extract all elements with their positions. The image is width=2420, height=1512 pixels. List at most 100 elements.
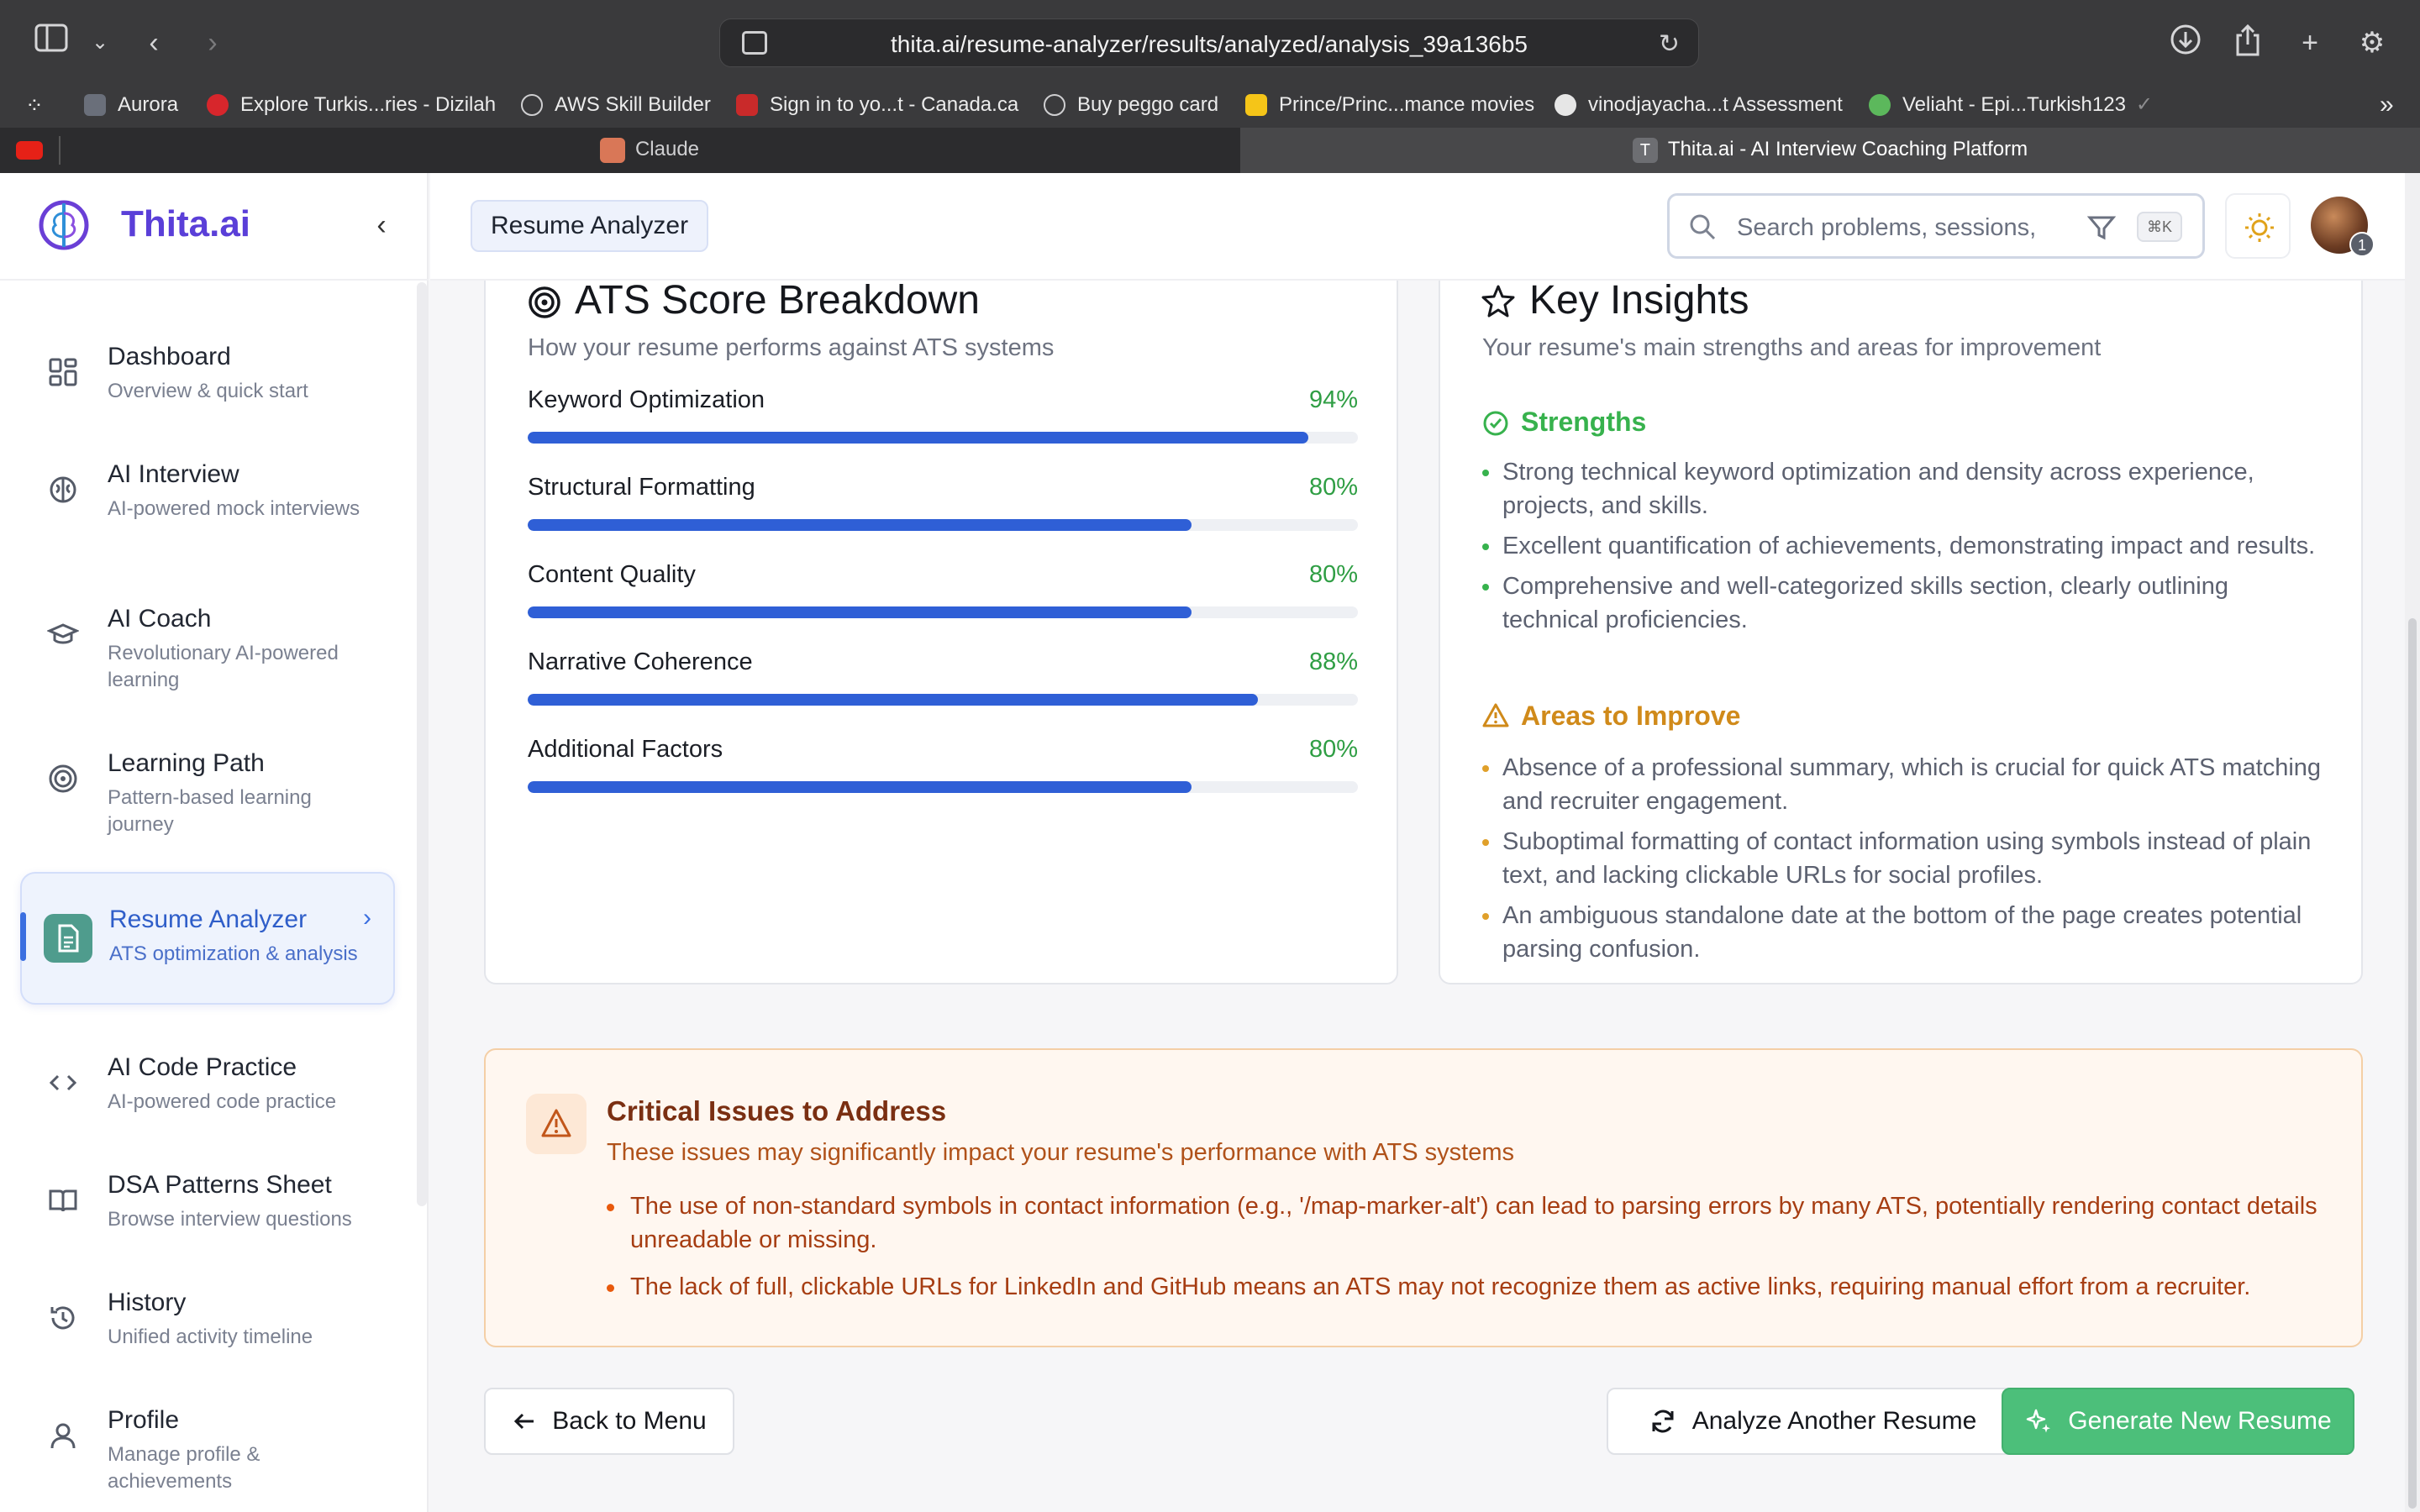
address-bar[interactable]: thita.ai/resume-analyzer/results/analyze…: [719, 18, 1699, 67]
sidebar-item-dsa-patterns[interactable]: DSA Patterns Sheet Browse interview ques…: [20, 1139, 395, 1272]
back-to-menu-button[interactable]: Back to Menu: [484, 1388, 734, 1455]
nav-subtitle: Unified activity timeline: [108, 1326, 313, 1348]
back-arrow-icon[interactable]: ‹: [134, 24, 173, 62]
star-icon: [1481, 285, 1515, 318]
analyze-another-button[interactable]: Analyze Another Resume: [1607, 1388, 2018, 1455]
search-box[interactable]: ⌘K: [1667, 193, 2205, 259]
sidebar-scrollbar[interactable]: [417, 282, 427, 1206]
page-scrollbar-thumb[interactable]: [2408, 618, 2417, 1509]
score-row: Narrative Coherence 88%: [528, 648, 1358, 716]
bookmark-peggo[interactable]: Buy peggo card: [1044, 84, 1218, 128]
tab-label: Thita.ai - AI Interview Coaching Platfor…: [1667, 138, 2028, 160]
sidebar-item-resume-analyzer[interactable]: Resume Analyzer ATS optimization & analy…: [20, 872, 395, 1005]
grid-icon: [49, 358, 77, 386]
download-icon[interactable]: [2166, 24, 2205, 62]
youtube-tab[interactable]: [0, 128, 59, 173]
strength-item: Strong technical keyword optimization an…: [1482, 455, 2331, 522]
insights-title: Key Insights: [1529, 281, 1749, 323]
score-progress-bar: [528, 781, 1358, 793]
score-progress-fill: [528, 694, 1259, 706]
breadcrumb[interactable]: Resume Analyzer: [471, 200, 709, 252]
critical-item: The use of non-standard symbols in conta…: [607, 1189, 2338, 1257]
sidebar: Thita.ai ‹ Dashboard Overview & quick st…: [0, 173, 429, 1512]
nav-title: AI Coach: [108, 605, 212, 633]
score-label: Content Quality: [528, 561, 696, 588]
play-icon: [1869, 94, 1891, 116]
active-indicator: [20, 912, 26, 961]
score-label: Narrative Coherence: [528, 648, 753, 675]
check-circle-icon: [1483, 411, 1508, 436]
nav-title: AI Code Practice: [108, 1053, 297, 1081]
sidebar-item-history[interactable]: History Unified activity timeline: [20, 1257, 395, 1389]
ats-subtitle: How your resume performs against ATS sys…: [528, 334, 1055, 361]
chevron-down-icon[interactable]: ⌄: [81, 24, 119, 62]
sidebar-item-ai-code-practice[interactable]: AI Code Practice AI-powered code practic…: [20, 1021, 395, 1154]
page-scrollbar[interactable]: [2405, 173, 2420, 1512]
globe-icon: [1044, 94, 1065, 116]
sidebar-item-ai-coach[interactable]: AI Coach Revolutionary AI-powered learni…: [20, 573, 395, 706]
bookmark-label: Sign in to yo...t - Canada.ca: [770, 93, 1019, 116]
graduation-cap-icon: [47, 623, 79, 644]
sun-icon: [2245, 213, 2274, 242]
sidebar-item-dashboard[interactable]: Dashboard Overview & quick start: [20, 311, 395, 444]
sidebar-item-learning-path[interactable]: Learning Path Pattern-based learning jou…: [20, 717, 395, 850]
strength-item: Comprehensive and well-categorized skill…: [1482, 570, 2331, 637]
bookmark-canada[interactable]: Sign in to yo...t - Canada.ca: [736, 84, 1018, 128]
target-icon: [529, 286, 560, 318]
share-icon[interactable]: [2228, 24, 2267, 62]
key-insights-card: Key Insights Your resume's main strength…: [1439, 281, 2363, 984]
search-input[interactable]: [1737, 211, 2073, 244]
warning-icon: [1482, 703, 1509, 727]
tab-thita[interactable]: T Thita.ai - AI Interview Coaching Platfo…: [1240, 128, 2420, 173]
bookmark-label: Buy peggo card: [1077, 93, 1219, 116]
collapse-sidebar-icon[interactable]: ‹: [365, 208, 398, 242]
insights-subtitle: Your resume's main strengths and areas f…: [1482, 334, 2102, 361]
button-label: Back to Menu: [552, 1407, 707, 1435]
bookmark-veliaht[interactable]: Veliaht - Epi...Turkish123 ✓: [1869, 84, 2153, 128]
tab-claude[interactable]: Claude: [60, 128, 1239, 173]
bookmark-label: Veliaht - Epi...Turkish123: [1902, 93, 2126, 116]
forward-arrow-icon[interactable]: ›: [193, 24, 232, 62]
maple-leaf-icon: [736, 94, 758, 116]
new-tab-icon[interactable]: +: [2291, 24, 2329, 62]
apps-grid-icon[interactable]: ⁘: [25, 84, 44, 128]
improve-item: An ambiguous standalone date at the bott…: [1482, 899, 2331, 966]
sidebar-item-ai-interview[interactable]: AI Interview AI-powered mock interviews: [20, 428, 395, 561]
code-icon: [49, 1074, 77, 1091]
filter-icon[interactable]: [2086, 213, 2117, 243]
document-icon: [44, 914, 92, 963]
score-value: 80%: [1308, 561, 1358, 588]
strengths-list: Strong technical keyword optimization an…: [1482, 455, 2331, 643]
brain-icon: [50, 476, 76, 503]
nav-subtitle: Browse interview questions: [108, 1208, 352, 1231]
nav-title: DSA Patterns Sheet: [108, 1171, 332, 1199]
score-value: 80%: [1308, 736, 1358, 763]
generate-new-resume-button[interactable]: Generate New Resume: [2002, 1388, 2354, 1455]
bookmark-aws[interactable]: AWS Skill Builder: [521, 84, 711, 128]
reload-icon[interactable]: ↻: [1659, 29, 1680, 59]
refresh-icon: [1652, 1410, 1674, 1433]
ats-title: ATS Score Breakdown: [575, 281, 980, 323]
arrow-left-icon: [514, 1413, 534, 1430]
nav-title: Dashboard: [108, 343, 231, 370]
theme-toggle-button[interactable]: [2225, 193, 2291, 259]
improve-item: Suboptimal formatting of contact informa…: [1482, 825, 2331, 892]
url-text[interactable]: thita.ai/resume-analyzer/results/analyze…: [720, 31, 1698, 58]
improve-list: Absence of a professional summary, which…: [1482, 751, 2331, 973]
more-bookmarks-icon[interactable]: »: [2380, 84, 2394, 128]
globe-icon: [521, 94, 543, 116]
brand-header: Thita.ai ‹: [0, 173, 429, 281]
improve-heading: Areas to Improve: [1521, 701, 1741, 731]
bookmark-github[interactable]: vinodjayacha...t Assessment: [1555, 84, 1843, 128]
bookmark-imdb[interactable]: Prince/Princ...mance movies: [1245, 84, 1534, 128]
chevron-right-icon: ›: [363, 904, 371, 932]
score-progress-fill: [528, 519, 1192, 531]
sidebar-item-profile[interactable]: Profile Manage profile & achievements: [20, 1374, 395, 1507]
history-icon: [50, 1306, 75, 1330]
bookmark-dizilah[interactable]: Explore Turkis...ries - Dizilah: [207, 84, 496, 128]
sidebar-toggle-icon[interactable]: [32, 24, 71, 62]
settings-gear-icon[interactable]: ⚙: [2353, 24, 2391, 62]
bookmark-aurora[interactable]: Aurora: [84, 84, 178, 128]
nav-subtitle: AI-powered mock interviews: [108, 497, 360, 520]
notification-badge: 1: [2349, 232, 2375, 257]
